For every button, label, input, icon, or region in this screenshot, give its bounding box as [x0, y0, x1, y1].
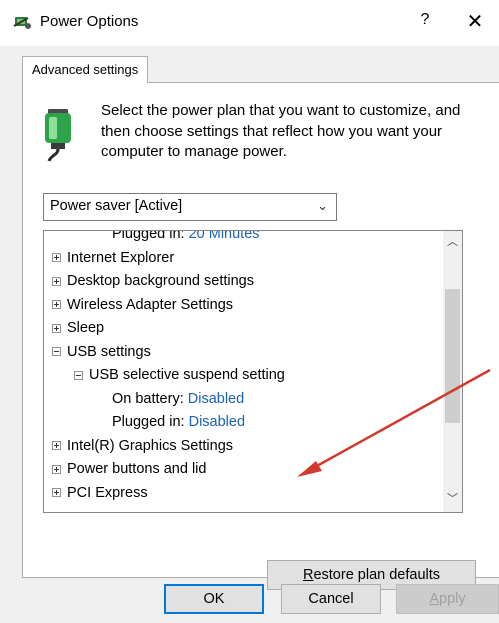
tree-group-label: Internet Explorer — [67, 249, 175, 266]
tree-group[interactable]: Desktop background settings — [52, 270, 254, 293]
help-button[interactable]: ? — [416, 11, 434, 33]
power-plan-select[interactable]: Power saver [Active] ⌄ — [43, 193, 337, 221]
ok-button[interactable]: OK — [164, 584, 264, 614]
tree-group[interactable]: Power buttons and lid — [52, 458, 206, 481]
scroll-down-arrow-icon[interactable]: ﹀ — [443, 490, 462, 510]
scroll-up-arrow-icon[interactable]: ︿ — [443, 233, 462, 253]
expand-icon[interactable] — [52, 441, 61, 451]
plan-description: Select the power plan that you want to c… — [101, 102, 461, 160]
collapse-icon[interactable] — [52, 347, 61, 357]
tree-setting-value[interactable]: Plugged in: 20 Minutes — [112, 231, 260, 246]
restore-label-rest: estore plan defaults — [313, 567, 441, 583]
tree-group-label: PCI Express — [67, 484, 148, 501]
tree-group[interactable]: Sleep — [52, 317, 104, 340]
tree-subgroup[interactable]: USB selective suspend setting — [74, 364, 285, 387]
expand-icon[interactable] — [52, 253, 61, 263]
setting-value-link[interactable]: Disabled — [188, 391, 244, 407]
expand-icon[interactable] — [52, 323, 61, 333]
tree-group-label: Wireless Adapter Settings — [67, 296, 234, 313]
setting-label: On battery: — [112, 390, 188, 407]
apply-button[interactable]: Apply — [396, 584, 499, 614]
apply-label-rest: pply — [439, 591, 466, 607]
apply-label-accel: A — [429, 591, 440, 607]
tree-group-label: Intel(R) Graphics Settings — [67, 437, 234, 454]
tree-group[interactable]: Intel(R) Graphics Settings — [52, 435, 233, 458]
window-title: Power Options — [40, 13, 139, 30]
power-plan-select-value: Power saver [Active] — [50, 198, 183, 214]
dialog-client-area: Advanced settings Select the power plan … — [0, 46, 499, 623]
tree-group-label: Sleep — [67, 320, 105, 336]
setting-label: Plugged in: — [112, 231, 189, 242]
tree-group-label: Power buttons and lid — [67, 461, 207, 477]
tree-group[interactable]: USB settings — [52, 341, 151, 364]
settings-tree-content: Plugged in: 20 Minutes Internet Explorer D… — [44, 231, 444, 512]
power-options-icon — [13, 17, 31, 29]
cancel-button[interactable]: Cancel — [281, 584, 381, 614]
close-button[interactable]: ✕ — [464, 9, 486, 33]
settings-tree[interactable]: Plugged in: 20 Minutes Internet Explorer D… — [43, 230, 463, 513]
title-bar: Power Options ? ✕ — [0, 0, 499, 46]
setting-value-link[interactable]: Disabled — [189, 414, 245, 430]
tree-group-label: USB selective suspend setting — [89, 367, 285, 383]
setting-value-link[interactable]: 20 Minutes — [189, 231, 260, 242]
collapse-icon[interactable] — [74, 370, 83, 380]
expand-icon[interactable] — [52, 276, 61, 286]
tree-group[interactable]: PCI Express — [52, 482, 148, 505]
expand-icon[interactable] — [52, 300, 61, 310]
tree-group[interactable]: Internet Explorer — [52, 247, 174, 270]
setting-label: Plugged in: — [112, 414, 189, 430]
tree-group-label: USB settings — [67, 343, 151, 360]
chevron-down-icon: ⌄ — [317, 198, 328, 213]
tab-advanced-settings[interactable]: Advanced settings — [22, 56, 149, 83]
expand-icon[interactable] — [52, 464, 61, 474]
advanced-settings-panel: Select the power plan that you want to c… — [22, 82, 499, 590]
tree-group[interactable]: Wireless Adapter Settings — [52, 294, 233, 317]
tree-scrollbar[interactable]: ︿ ﹀ — [443, 231, 462, 512]
expand-icon[interactable] — [52, 488, 61, 498]
scroll-thumb[interactable] — [445, 289, 460, 423]
tree-group-label: Desktop background settings — [67, 273, 254, 289]
tree-setting-value[interactable]: Plugged in: Disabled — [112, 411, 245, 434]
battery-plug-icon — [45, 109, 71, 162]
restore-label-accel: R — [302, 567, 314, 583]
tree-setting-value[interactable]: On battery: Disabled — [112, 388, 244, 411]
